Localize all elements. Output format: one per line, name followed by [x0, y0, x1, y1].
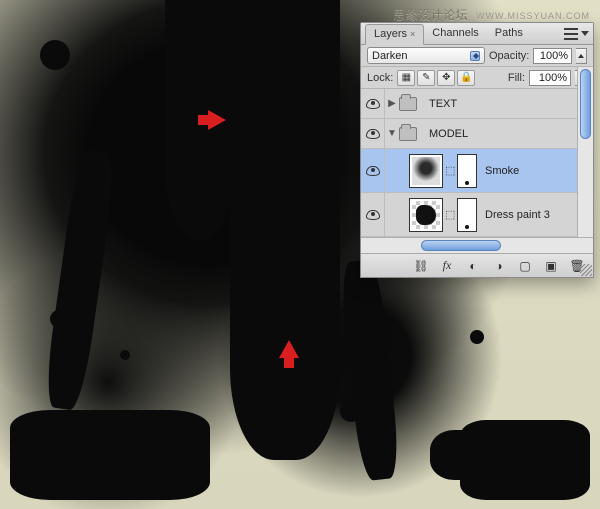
layer-group-model[interactable]: ▼ MODEL — [361, 119, 593, 149]
select-caret-icon — [470, 51, 480, 61]
adjustment-layer-button[interactable]: ◑ — [489, 257, 509, 275]
eye-icon — [366, 129, 380, 139]
lock-paint-button[interactable]: ✎ — [417, 70, 435, 86]
horizontal-scroll-thumb[interactable] — [421, 240, 501, 251]
blend-mode-value: Darken — [372, 50, 407, 62]
layer-group-text[interactable]: ▶ TEXT — [361, 89, 593, 119]
watermark-text: 思缘设计论坛 — [393, 8, 468, 22]
panel-footer: ⛓ fx ◐ ◑ ▢ ▣ 🗑 — [361, 253, 593, 277]
layer-name: Dress paint 3 — [479, 209, 550, 221]
disclosure-open-icon[interactable]: ▼ — [385, 128, 399, 139]
eye-icon — [366, 166, 380, 176]
layer-thumbnail[interactable] — [409, 198, 443, 232]
link-layers-button[interactable]: ⛓ — [411, 257, 431, 275]
eye-icon — [366, 99, 380, 109]
fx-button[interactable]: fx — [437, 257, 457, 275]
lock-label: Lock: — [367, 72, 393, 84]
lock-position-button[interactable]: ✥ — [437, 70, 455, 86]
close-icon[interactable]: × — [410, 29, 415, 39]
fill-input[interactable]: 100% — [529, 70, 571, 86]
fill-label: Fill: — [508, 72, 525, 84]
layer-name: MODEL — [423, 128, 468, 140]
add-mask-button[interactable]: ◐ — [463, 257, 483, 275]
visibility-toggle[interactable] — [361, 193, 385, 236]
panel-menu-arrow-icon[interactable] — [581, 31, 589, 36]
mask-link-icon[interactable]: ⬚ — [445, 208, 455, 221]
layer-mask-thumbnail[interactable] — [457, 154, 477, 188]
new-group-button[interactable]: ▢ — [515, 257, 535, 275]
eye-icon — [366, 210, 380, 220]
layer-dress-paint-3[interactable]: ⬚ Dress paint 3 — [361, 193, 593, 237]
visibility-toggle[interactable] — [361, 89, 385, 118]
panel-menu-icon[interactable] — [564, 28, 578, 40]
watermark: 思缘设计论坛 WWW.MISSYUAN.COM — [393, 6, 590, 23]
tab-channels[interactable]: Channels — [424, 24, 486, 43]
layer-name: TEXT — [423, 98, 457, 110]
tab-layers[interactable]: Layers× — [365, 24, 424, 45]
lock-transparency-button[interactable]: ▦ — [397, 70, 415, 86]
opacity-input[interactable]: 100% — [533, 48, 572, 64]
layer-smoke[interactable]: ⬚ Smoke — [361, 149, 593, 193]
vertical-scrollbar[interactable] — [577, 67, 593, 253]
opacity-label: Opacity: — [489, 50, 529, 62]
folder-icon — [399, 97, 417, 111]
panel-tabs: Layers× Channels Paths — [361, 23, 593, 45]
horizontal-scrollbar[interactable] — [361, 237, 593, 253]
opacity-stepper[interactable] — [576, 48, 587, 64]
tab-layers-label: Layers — [374, 28, 407, 40]
watermark-url: WWW.MISSYUAN.COM — [476, 11, 590, 21]
layer-name: Smoke — [479, 165, 519, 177]
layer-mask-thumbnail[interactable] — [457, 198, 477, 232]
annotation-arrow-2 — [279, 340, 299, 358]
blend-mode-select[interactable]: Darken — [367, 47, 485, 64]
tab-paths[interactable]: Paths — [487, 24, 531, 43]
fx-icon: fx — [443, 258, 452, 273]
layers-list: ▶ TEXT ▼ MODEL ⬚ Smoke ⬚ Dress paint 3 — [361, 89, 593, 237]
mask-link-icon[interactable]: ⬚ — [445, 164, 455, 177]
vertical-scroll-thumb[interactable] — [580, 69, 591, 139]
layer-thumbnail[interactable] — [409, 154, 443, 188]
lock-all-button[interactable]: 🔒 — [457, 70, 475, 86]
visibility-toggle[interactable] — [361, 149, 385, 192]
resize-handle[interactable] — [580, 264, 592, 276]
new-layer-button[interactable]: ▣ — [541, 257, 561, 275]
disclosure-closed-icon[interactable]: ▶ — [385, 98, 399, 109]
folder-icon — [399, 127, 417, 141]
annotation-arrow-1 — [208, 110, 226, 130]
layers-panel: Layers× Channels Paths Darken Opacity: 1… — [360, 22, 594, 278]
visibility-toggle[interactable] — [361, 119, 385, 148]
